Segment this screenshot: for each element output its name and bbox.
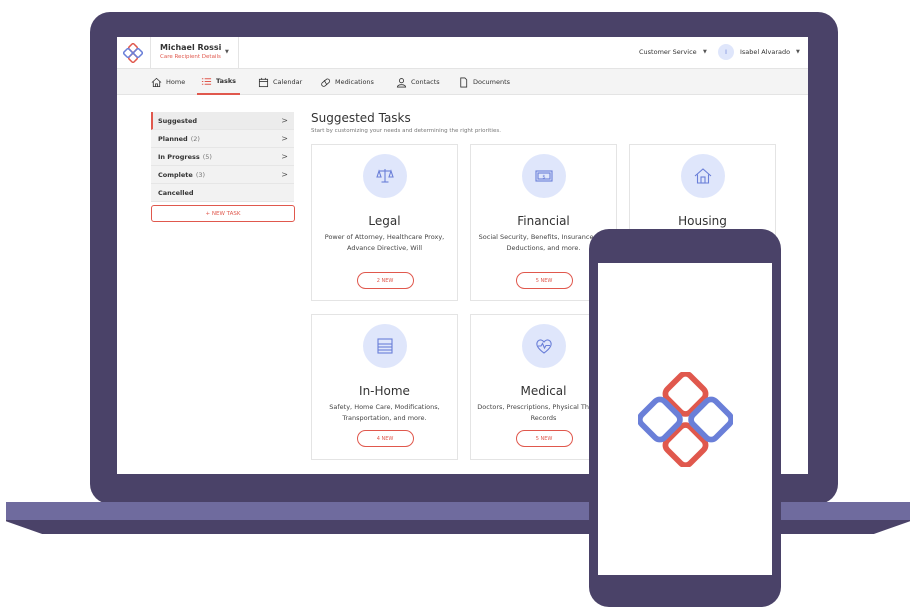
sidebar-item-label: Suggested: [158, 116, 198, 125]
customer-service-menu[interactable]: Customer Service: [639, 48, 697, 56]
sidebar-item-count: (2): [190, 134, 200, 143]
house-icon: [694, 168, 711, 184]
chevron-down-icon[interactable]: ▼: [796, 49, 800, 55]
tab-contacts[interactable]: Contacts: [396, 69, 440, 95]
home-icon: [151, 77, 162, 87]
top-bar: Michael Rossi Care Recipient Details ▼ C…: [117, 37, 808, 69]
task-category-card-legal[interactable]: Legal Power of Attorney, Healthcare Prox…: [311, 144, 458, 301]
tab-label: Contacts: [411, 78, 440, 86]
avatar[interactable]: I: [718, 44, 734, 60]
new-count-button[interactable]: 5 NEW: [515, 272, 573, 289]
tab-label: Documents: [473, 78, 511, 86]
page-subtitle: Start by customizing your needs and dete…: [311, 128, 501, 134]
app-logo-icon[interactable]: [123, 43, 143, 63]
card-title: Legal: [368, 214, 401, 228]
recipient-dropdown-icon[interactable]: ▼: [225, 49, 229, 55]
task-category-card-in-home[interactable]: In-Home Safety, Home Care, Modifications…: [311, 314, 458, 460]
app-logo-icon: [637, 371, 733, 467]
tab-label: Home: [166, 78, 186, 86]
card-description: Power of Attorney, Healthcare Proxy, Adv…: [324, 233, 445, 252]
calendar-icon: [258, 77, 269, 87]
tab-home[interactable]: Home: [151, 69, 185, 95]
chevron-right-icon: >: [281, 116, 288, 125]
heart-pulse-icon: [535, 339, 552, 354]
pill-icon: [321, 78, 331, 87]
chevron-right-icon: >: [281, 152, 288, 161]
icon-circle: [521, 324, 566, 368]
list-icon: [201, 77, 212, 85]
new-task-button[interactable]: + NEW TASK: [151, 205, 295, 222]
chevron-right-icon: >: [281, 134, 288, 143]
sidebar-item-in-progress[interactable]: In Progress (5) >: [151, 148, 294, 166]
new-count-button[interactable]: 2 NEW: [356, 272, 414, 289]
phone-screen: [598, 263, 772, 575]
divider: [238, 37, 239, 69]
sidebar-item-complete[interactable]: Complete (3) >: [151, 166, 294, 184]
phone-frame: [589, 229, 781, 607]
icon-circle: [362, 154, 407, 198]
chevron-right-icon: >: [281, 170, 288, 179]
person-icon: [396, 77, 407, 87]
icon-circle: [680, 154, 725, 198]
bed-icon: [376, 338, 393, 354]
new-count-button[interactable]: 5 NEW: [515, 430, 573, 447]
sidebar-item-label: Planned: [158, 134, 188, 143]
svg-text:$: $: [542, 174, 545, 180]
sidebar-item-label: Complete: [158, 170, 193, 179]
sidebar-item-planned[interactable]: Planned (2) >: [151, 130, 294, 148]
page-title: Suggested Tasks: [311, 111, 411, 125]
sidebar-item-label: In Progress: [158, 152, 200, 161]
tab-tasks[interactable]: Tasks: [197, 69, 241, 95]
new-count-button[interactable]: 4 NEW: [356, 430, 414, 447]
card-description: Safety, Home Care, Modifications, Transp…: [329, 403, 440, 422]
main-nav: Home Tasks Calendar Medications Contacts…: [117, 69, 808, 95]
document-icon: [460, 77, 468, 87]
money-icon: $: [534, 170, 553, 182]
tab-medications[interactable]: Medications: [320, 69, 374, 95]
icon-circle: $: [521, 154, 566, 198]
tab-documents[interactable]: Documents: [458, 69, 510, 95]
sidebar-item-cancelled[interactable]: Cancelled: [151, 184, 294, 202]
card-title: In-Home: [359, 384, 410, 398]
tab-label: Medications: [335, 78, 374, 86]
chevron-down-icon[interactable]: ▼: [703, 49, 707, 55]
sidebar-item-count: (3): [195, 170, 206, 179]
card-title: Financial: [517, 214, 570, 228]
sidebar-item-suggested[interactable]: Suggested >: [151, 112, 294, 130]
scales-icon: [375, 169, 394, 183]
card-title: Housing: [678, 214, 727, 228]
task-status-list: Suggested > Planned (2) > In Progress (5…: [151, 112, 294, 202]
agent-name-menu[interactable]: Isabel Alvarado: [740, 48, 790, 56]
tab-label: Calendar: [273, 78, 303, 86]
divider: [150, 37, 151, 69]
recipient-name[interactable]: Michael Rossi: [160, 43, 221, 52]
recipient-details-link[interactable]: Care Recipient Details: [160, 54, 221, 60]
sidebar-item-count: (5): [202, 152, 212, 161]
sidebar-item-label: Cancelled: [158, 188, 194, 197]
tab-label: Tasks: [216, 77, 237, 85]
icon-circle: [362, 324, 407, 368]
tab-calendar[interactable]: Calendar: [258, 69, 302, 95]
